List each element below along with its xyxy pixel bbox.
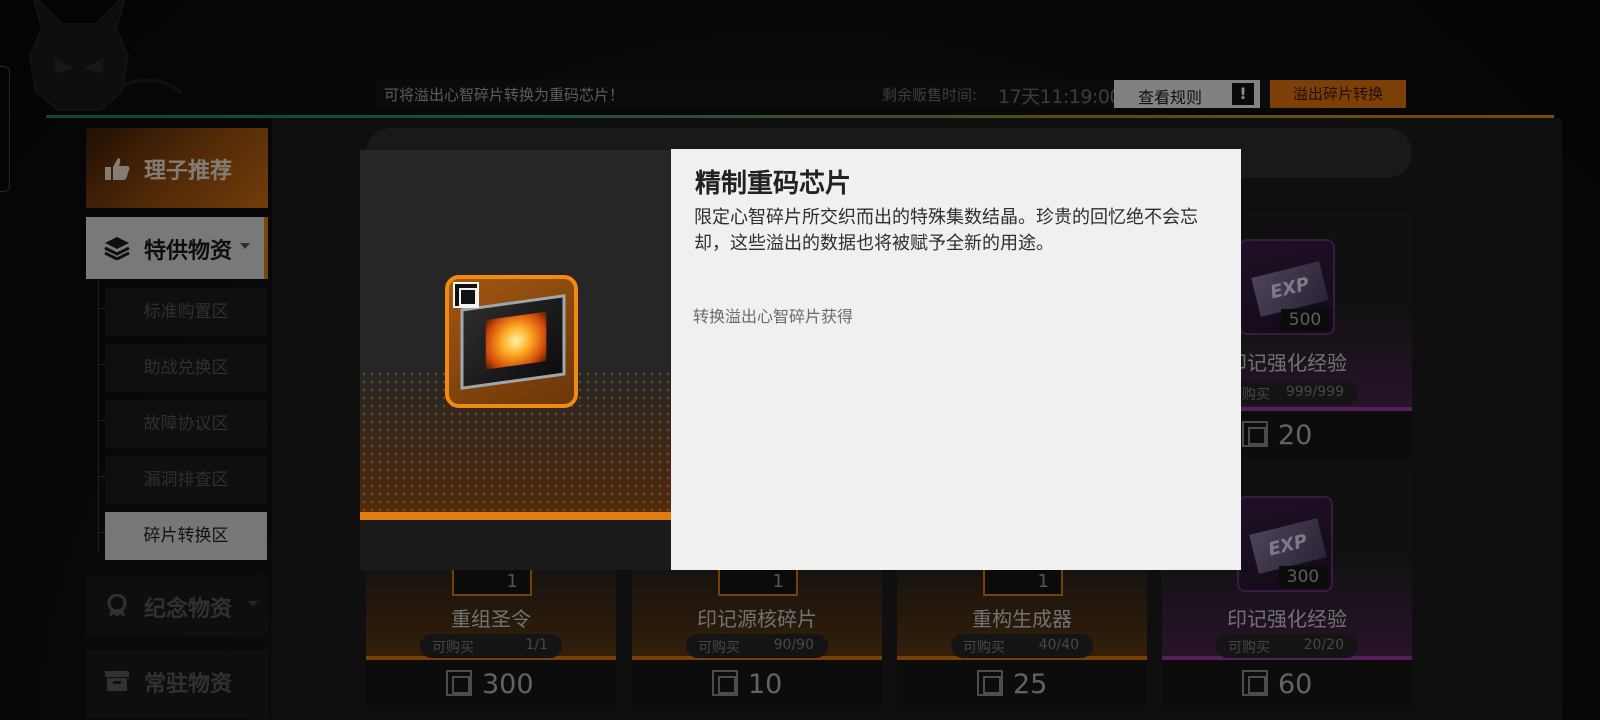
chip-currency-icon bbox=[453, 282, 479, 308]
preview-accent-bar bbox=[360, 512, 672, 520]
item-detail-description: 限定心智碎片所交织而出的特殊集数结晶。珍贵的回忆绝不会忘却，这些溢出的数据也将被… bbox=[694, 207, 1198, 254]
preview-footer bbox=[360, 520, 672, 570]
game-shop-screen: 可将溢出心智碎片转换为重码芯片！ 剩余贩售时间: 17天11:19:00 查看规… bbox=[0, 0, 1600, 720]
item-detail-panel: 精制重码芯片 限定心智碎片所交织而出的特殊集数结晶。珍贵的回忆绝不会忘却，这些溢… bbox=[671, 149, 1241, 570]
item-detail-title: 精制重码芯片 bbox=[695, 169, 852, 199]
chip-body bbox=[460, 294, 566, 390]
item-detail-source: 转换溢出心智碎片获得 bbox=[693, 307, 854, 326]
chip-core bbox=[485, 311, 547, 370]
